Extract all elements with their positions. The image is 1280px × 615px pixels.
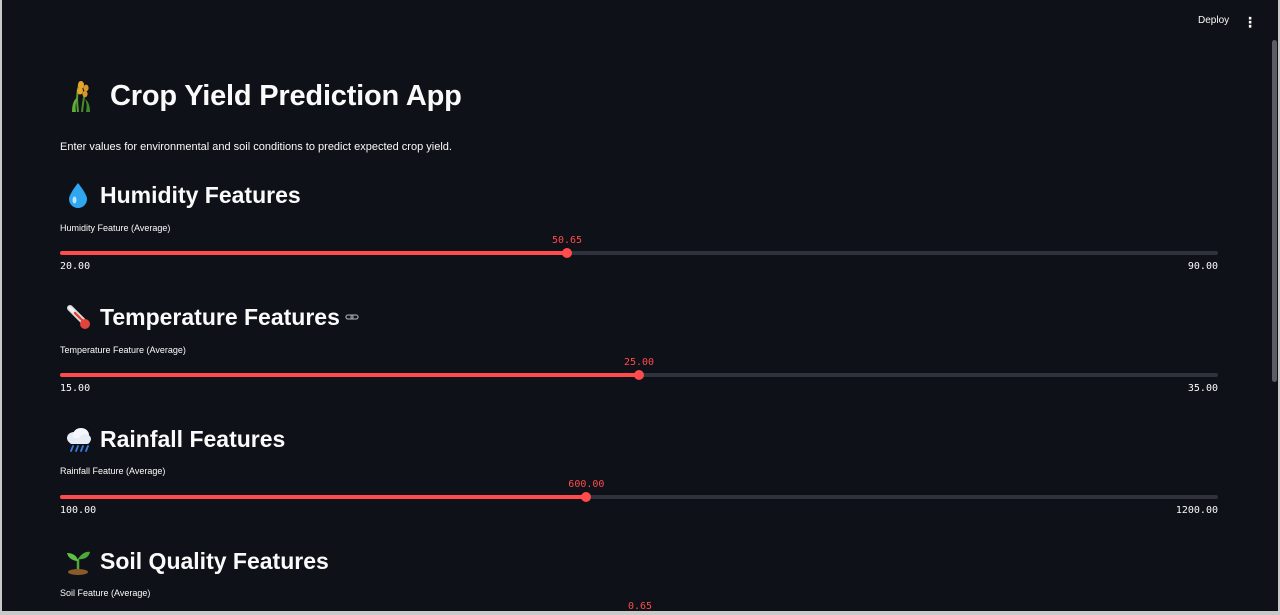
slider-fill — [60, 373, 639, 377]
slider-label-soil: Soil Feature (Average) — [60, 588, 151, 598]
slider-max: 90.00 — [1187, 261, 1218, 272]
slider-fill — [60, 251, 568, 255]
section-title: Soil Quality Features — [100, 547, 329, 574]
slider-fill — [60, 495, 587, 499]
slider-thumb[interactable] — [581, 492, 592, 502]
slider-value: 50.65 — [551, 235, 583, 246]
temperature-slider[interactable]: 25.00 15.00 35.00 — [60, 357, 1218, 397]
slider-min: 20.00 — [60, 261, 91, 272]
link-icon[interactable] — [345, 312, 359, 322]
section-heading-soil: Soil Quality Features — [64, 546, 329, 576]
droplet-icon — [69, 183, 87, 208]
app-window: Deploy ⋮ Crop Yield Prediction App Enter… — [2, 0, 1278, 611]
section-title: Temperature Features — [100, 303, 340, 330]
seedling-icon — [67, 551, 90, 575]
slider-max: 1200.00 — [1175, 505, 1218, 516]
section-heading-rainfall: Rainfall Features — [64, 424, 285, 454]
section-heading-humidity: Humidity Features — [64, 180, 301, 210]
rain-cloud-icon — [67, 428, 91, 452]
top-toolbar: Deploy ⋮ — [2, 0, 1272, 44]
slider-value: 25.00 — [623, 357, 655, 368]
section-title: Humidity Features — [100, 181, 301, 208]
slider-thumb[interactable] — [562, 248, 573, 258]
humidity-slider[interactable]: 50.65 20.00 90.00 — [60, 235, 1218, 275]
slider-value-soil: 0.65 — [627, 601, 653, 611]
slider-label-temperature: Temperature Feature (Average) — [60, 345, 186, 355]
slider-label-rainfall: Rainfall Feature (Average) — [60, 466, 166, 476]
intro-text: Enter values for environmental and soil … — [60, 141, 452, 153]
page-header: Crop Yield Prediction App — [66, 74, 462, 118]
thermometer-icon — [67, 305, 90, 329]
slider-min: 100.00 — [60, 505, 97, 516]
page-title: Crop Yield Prediction App — [110, 79, 462, 112]
deploy-button[interactable]: Deploy — [1194, 13, 1233, 28]
crop-icon — [72, 81, 90, 113]
page-scrollbar[interactable] — [1272, 40, 1277, 382]
slider-value: 600.00 — [568, 479, 605, 490]
rainfall-slider[interactable]: 600.00 100.00 1200.00 — [60, 479, 1218, 519]
main-content: Deploy ⋮ Crop Yield Prediction App Enter… — [2, 0, 1277, 611]
slider-min: 15.00 — [60, 383, 91, 394]
section-title: Rainfall Features — [100, 425, 286, 452]
slider-label-humidity: Humidity Feature (Average) — [60, 223, 171, 233]
slider-max: 35.00 — [1187, 383, 1218, 394]
more-vertical-icon[interactable]: ⋮ — [1243, 12, 1257, 32]
slider-thumb[interactable] — [634, 370, 644, 380]
section-heading-temperature: Temperature Features — [64, 302, 359, 332]
